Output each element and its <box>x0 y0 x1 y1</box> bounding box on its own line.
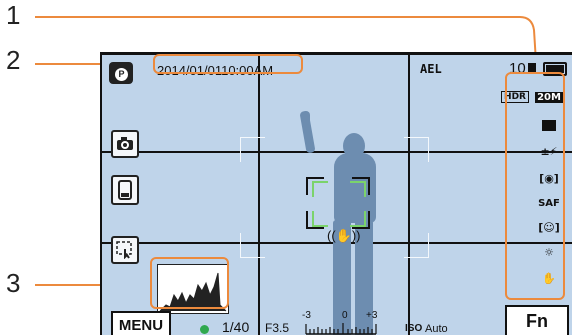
focus-bracket-bl <box>240 233 265 258</box>
phone-off-icon <box>118 180 132 200</box>
exposure-scale: -3 0 +3 <box>302 310 378 335</box>
callout-2-highlight <box>153 54 303 74</box>
iso-value: Auto <box>425 323 448 335</box>
callout-1-highlight <box>505 72 565 300</box>
focus-confirm-dot <box>200 325 209 334</box>
fn-button[interactable]: Fn <box>505 305 569 335</box>
ael-indicator: AEL <box>420 62 442 76</box>
camera-mode-icon[interactable]: P <box>109 62 133 84</box>
display-off-button[interactable] <box>111 175 139 205</box>
focus-bracket-tl <box>240 137 265 162</box>
callout-3-highlight <box>150 257 229 309</box>
focus-bracket-tr <box>404 137 429 162</box>
shutter-speed: 1/40 <box>222 319 250 335</box>
focus-bracket-br <box>404 233 429 258</box>
touch-af-icon <box>116 241 132 259</box>
aperture-value: F3.5 <box>265 321 290 335</box>
iso-icon: ISO <box>405 323 423 334</box>
grid-line-v2 <box>408 55 410 335</box>
camera-s-icon <box>117 137 133 150</box>
grid-line-h1 <box>102 151 572 153</box>
grid-line-v1 <box>258 55 260 335</box>
shake-warning-icon: ((✋)) <box>327 228 361 243</box>
smart-filter-button[interactable] <box>111 130 139 158</box>
menu-button[interactable]: MENU <box>111 311 171 335</box>
touch-af-button[interactable] <box>111 236 139 264</box>
